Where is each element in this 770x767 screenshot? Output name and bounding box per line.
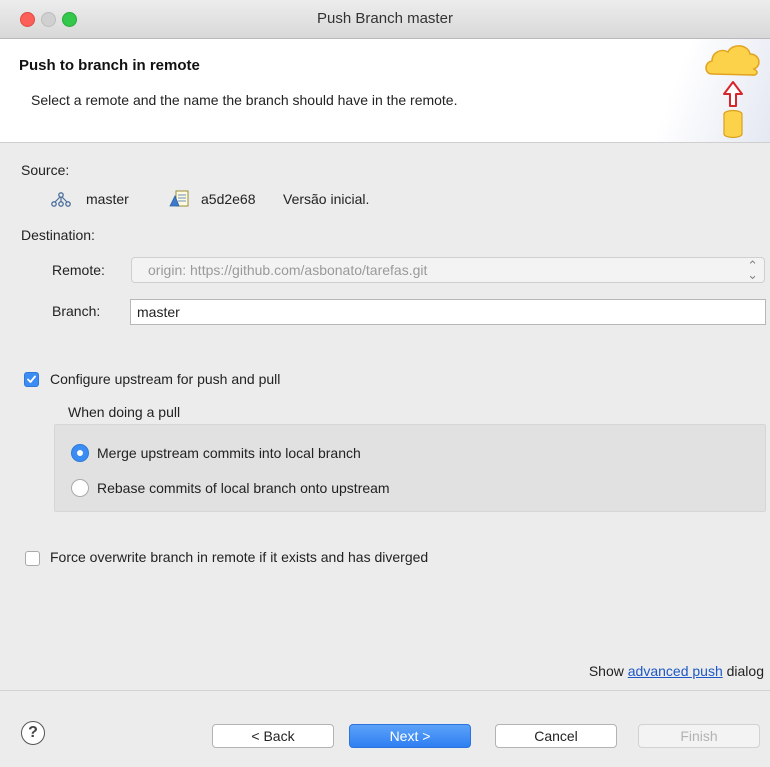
- configure-upstream-checkbox[interactable]: [24, 372, 39, 387]
- pull-options-group: Merge upstream commits into local branch…: [54, 424, 766, 512]
- branch-icon: [51, 192, 71, 207]
- advanced-suffix: dialog: [726, 663, 764, 679]
- advanced-prefix: Show: [588, 663, 624, 679]
- finish-button[interactable]: Finish: [638, 724, 760, 748]
- advanced-push-link[interactable]: advanced push: [628, 663, 723, 679]
- merge-radio[interactable]: [71, 444, 89, 462]
- pull-group-label: When doing a pull: [68, 404, 181, 420]
- force-overwrite-checkbox[interactable]: [25, 551, 40, 566]
- wizard-banner: Push to branch in remote Select a remote…: [0, 39, 770, 143]
- configure-upstream-label[interactable]: Configure upstream for push and pull: [50, 371, 280, 387]
- push-branch-dialog: Push Branch master Push to branch in rem…: [0, 0, 770, 767]
- checkmark-icon: [27, 375, 36, 383]
- rebase-option-label[interactable]: Rebase commits of local branch onto upst…: [97, 480, 390, 496]
- remote-select-value: origin: https://github.com/asbonato/tare…: [148, 262, 428, 278]
- branch-label: Branch:: [52, 303, 101, 319]
- banner-description: Select a remote and the name the branch …: [31, 92, 458, 108]
- source-commit-id: a5d2e68: [201, 191, 256, 207]
- button-bar-separator: [0, 690, 770, 691]
- destination-label: Destination:: [21, 227, 95, 243]
- merge-option-label[interactable]: Merge upstream commits into local branch: [97, 445, 361, 461]
- branch-name-input[interactable]: [130, 299, 766, 325]
- rebase-radio[interactable]: [71, 479, 89, 497]
- remote-select[interactable]: origin: https://github.com/asbonato/tare…: [131, 257, 765, 283]
- title-bar: Push Branch master: [0, 0, 770, 39]
- next-button[interactable]: Next >: [349, 724, 471, 748]
- back-button[interactable]: < Back: [212, 724, 334, 748]
- commit-icon: [169, 190, 189, 207]
- banner-title: Push to branch in remote: [19, 57, 200, 74]
- source-commit-message: Versão inicial.: [283, 191, 370, 207]
- source-label: Source:: [21, 162, 70, 178]
- source-branch-name: master: [86, 191, 129, 207]
- help-icon[interactable]: ?: [21, 721, 45, 745]
- cloud-push-icon: [705, 45, 760, 139]
- window-title: Push Branch master: [317, 10, 453, 27]
- advanced-push-line: Show advanced push dialog: [589, 663, 764, 679]
- force-overwrite-label[interactable]: Force overwrite branch in remote if it e…: [50, 549, 428, 565]
- cancel-button[interactable]: Cancel: [495, 724, 617, 748]
- remote-label: Remote:: [52, 262, 105, 278]
- updown-chevron-icon: ⌃ ⌄: [747, 258, 758, 282]
